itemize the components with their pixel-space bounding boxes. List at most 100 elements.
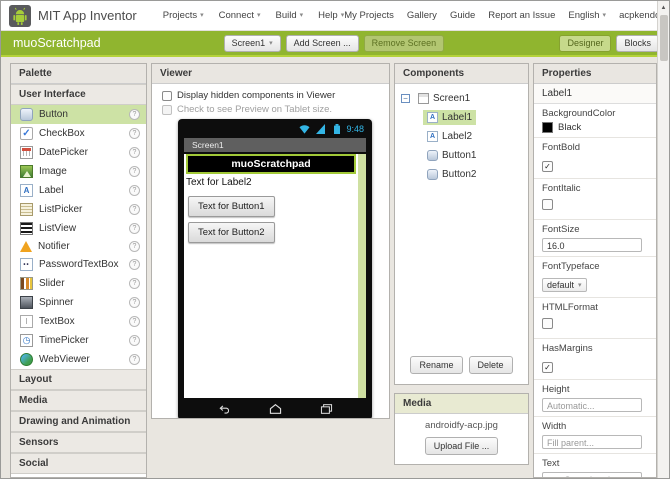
help-icon[interactable]: ? <box>129 166 140 177</box>
palette-item-passwordtextbox[interactable]: •• PasswordTextBox? <box>11 255 146 274</box>
palette-item-label[interactable]: ALabel? <box>11 181 146 200</box>
webviewer-icon <box>20 353 33 366</box>
media-file[interactable]: androidfy-acp.jpg <box>401 420 522 431</box>
delete-button[interactable]: Delete <box>469 356 513 374</box>
link-guide[interactable]: Guide <box>450 10 475 21</box>
palette-section-social[interactable]: Social <box>11 453 146 474</box>
link-gallery[interactable]: Gallery <box>407 10 437 21</box>
height-input[interactable]: Automatic... <box>542 398 642 412</box>
palette-item-label: PasswordTextBox <box>39 259 123 270</box>
tree-item-label2[interactable]: ALabel2 <box>423 129 522 144</box>
palette-item-textbox[interactable]: ITextBox? <box>11 312 146 331</box>
hasmargins-checkbox[interactable]: ✓ <box>542 362 553 373</box>
label2-component[interactable]: Text for Label2 <box>184 174 358 191</box>
tablet-preview-checkbox[interactable] <box>162 105 172 115</box>
palette-section-media[interactable]: Media <box>11 390 146 411</box>
menu-connect[interactable]: Connect▾ <box>219 10 261 21</box>
help-icon[interactable]: ? <box>129 259 140 270</box>
prop-fonttypeface: FontTypefacedefault▾ <box>534 257 656 298</box>
passwordtextbox-icon: •• <box>20 258 33 271</box>
palette-item-label: DatePicker <box>39 147 123 158</box>
help-icon[interactable]: ? <box>129 335 140 346</box>
prop-label: BackgroundColor <box>542 108 648 119</box>
help-icon[interactable]: ? <box>129 128 140 139</box>
palette-section-sensors[interactable]: Sensors <box>11 432 146 453</box>
menu-build[interactable]: Build▾ <box>276 10 304 21</box>
palette-item-checkbox[interactable]: ✓CheckBox? <box>11 124 146 143</box>
menu-help[interactable]: Help▾ <box>318 10 344 21</box>
palette-item-spinner[interactable]: Spinner? <box>11 293 146 312</box>
phone-nav-bar <box>178 398 372 419</box>
help-icon[interactable]: ? <box>129 204 140 215</box>
label1-component[interactable]: muoScratchpad <box>186 154 356 174</box>
fontbold-checkbox[interactable]: ✓ <box>542 161 553 172</box>
collapse-icon[interactable]: − <box>401 94 410 103</box>
palette-section-user-interface[interactable]: User Interface <box>11 84 146 105</box>
help-icon[interactable]: ? <box>129 316 140 327</box>
tablet-preview-row: Check to see Preview on Tablet size. <box>162 104 383 115</box>
help-icon[interactable]: ? <box>129 223 140 234</box>
palette-item-notifier[interactable]: Notifier? <box>11 238 146 255</box>
remove-screen-button[interactable]: Remove Screen <box>364 35 445 52</box>
screen-selector[interactable]: Screen1 ▾ <box>224 35 281 52</box>
width-input[interactable]: Fill parent... <box>542 435 642 449</box>
help-icon[interactable]: ? <box>129 241 140 252</box>
chevron-down-icon: ▾ <box>200 12 204 19</box>
palette-item-datepicker[interactable]: DatePicker? <box>11 143 146 162</box>
fontitalic-checkbox[interactable] <box>542 199 553 210</box>
help-icon[interactable]: ? <box>129 109 140 120</box>
fonttypeface-select[interactable]: default▾ <box>542 278 587 292</box>
htmlformat-checkbox[interactable] <box>542 318 553 329</box>
upload-file-button[interactable]: Upload File ... <box>425 437 499 455</box>
help-icon[interactable]: ? <box>129 278 140 289</box>
palette-item-listpicker[interactable]: ListPicker? <box>11 200 146 219</box>
tree-item-button1[interactable]: Button1 <box>423 148 522 163</box>
scroll-up-icon[interactable]: ▲ <box>661 1 667 11</box>
palette-item-timepicker[interactable]: ◷TimePicker? <box>11 331 146 350</box>
tree-item-screen1[interactable]: −Screen1 <box>401 91 522 106</box>
display-hidden-checkbox[interactable] <box>162 91 172 101</box>
language-menu[interactable]: English▾ <box>568 10 606 21</box>
designer-button[interactable]: Designer <box>559 35 611 52</box>
palette-item-button[interactable]: Button? <box>11 105 146 124</box>
blocks-button[interactable]: Blocks <box>616 35 659 52</box>
palette-item-image[interactable]: Image? <box>11 162 146 181</box>
help-icon[interactable]: ? <box>129 147 140 158</box>
screen-scroll-strip <box>358 154 366 398</box>
properties-header: Properties <box>534 64 656 84</box>
palette-item-label: WebViewer <box>39 354 123 365</box>
palette-item-listview[interactable]: ListView? <box>11 219 146 238</box>
help-icon[interactable]: ? <box>129 354 140 365</box>
add-screen-button[interactable]: Add Screen ... <box>286 35 359 52</box>
rename-button[interactable]: Rename <box>410 356 462 374</box>
viewer-header: Viewer <box>152 64 389 84</box>
prop-fontbold: FontBold✓ <box>534 138 656 179</box>
top-header: MIT App Inventor Projects▾Connect▾Build▾… <box>1 1 669 31</box>
palette-item-label: Notifier <box>38 241 123 252</box>
help-icon[interactable]: ? <box>129 297 140 308</box>
fontsize-input[interactable]: 16.0 <box>542 238 642 252</box>
button-icon <box>427 169 438 180</box>
phone-screen[interactable]: muoScratchpad Text for Label2 Text for B… <box>184 154 366 398</box>
phone-screen-title: Screen1 <box>184 138 366 152</box>
text-input[interactable]: muoScratchpad <box>542 472 642 478</box>
menu-projects[interactable]: Projects▾ <box>163 10 204 21</box>
palette-section-drawing-and-animation[interactable]: Drawing and Animation <box>11 411 146 432</box>
scrollbar-thumb[interactable] <box>660 15 668 61</box>
palette-item-slider[interactable]: Slider? <box>11 274 146 293</box>
link-my-projects[interactable]: My Projects <box>344 10 394 21</box>
prop-label: HasMargins <box>542 343 648 354</box>
button2-component[interactable]: Text for Button2 <box>188 222 275 243</box>
button1-component[interactable]: Text for Button1 <box>188 196 275 217</box>
display-hidden-row: Display hidden components in Viewer <box>162 90 383 101</box>
tree-item-button2[interactable]: Button2 <box>423 167 522 182</box>
link-report-an-issue[interactable]: Report an Issue <box>488 10 555 21</box>
help-icon[interactable]: ? <box>129 185 140 196</box>
window-scrollbar[interactable]: ▲ <box>657 1 669 478</box>
color-swatch <box>542 122 553 133</box>
palette-item-webviewer[interactable]: WebViewer? <box>11 350 146 369</box>
chevron-down-icon: ▾ <box>300 12 304 19</box>
palette-section-layout[interactable]: Layout <box>11 369 146 390</box>
backgroundcolor-picker[interactable]: Black <box>542 122 648 133</box>
tree-item-label1[interactable]: ALabel1 <box>423 110 522 125</box>
